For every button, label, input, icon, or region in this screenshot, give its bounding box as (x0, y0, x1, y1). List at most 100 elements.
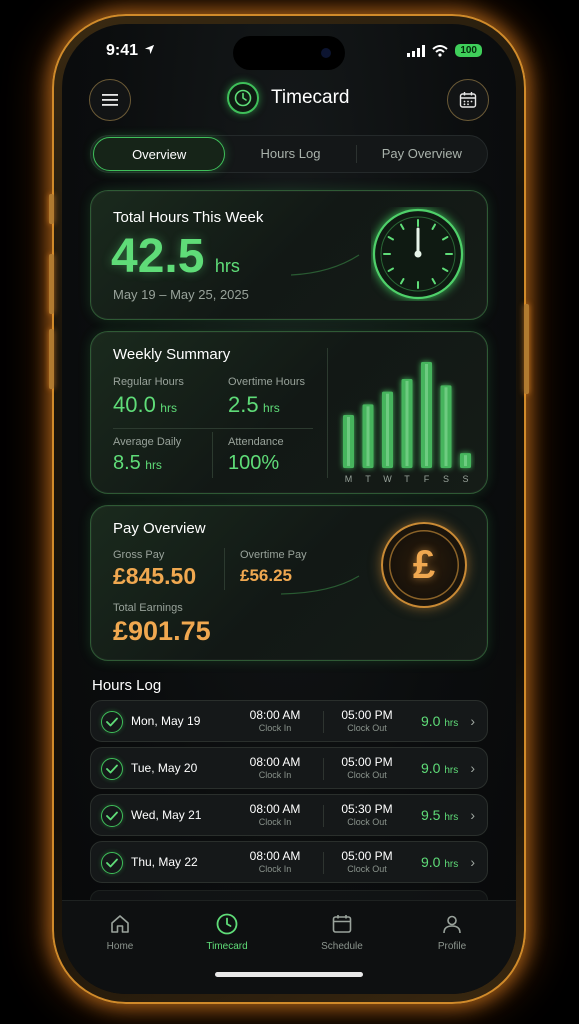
gross-pay-label: Gross Pay (113, 549, 165, 561)
log-date: Tue, May 20 (131, 761, 198, 775)
clock-in-label: Clock In (258, 770, 292, 780)
chevron-right-icon: › (470, 760, 475, 776)
check-circle-icon (101, 852, 123, 874)
home-icon (111, 915, 129, 933)
location-icon (145, 44, 155, 55)
tab-hours-log[interactable]: Hours Log (225, 137, 355, 171)
volume-down-button (49, 329, 54, 389)
chart-bar-highlight (366, 406, 370, 466)
timecard-logo-icon (227, 82, 259, 114)
total-earnings-label: Total Earnings (113, 602, 183, 614)
log-row[interactable]: Thu, May 22 08:00 AM Clock In 05:00 PM Clock… (90, 841, 488, 883)
clock-out-time: 05:00 PM Clock Out (327, 849, 407, 874)
chart-divider (327, 348, 328, 478)
log-hours-unit: hrs (444, 859, 459, 870)
wifi-icon (432, 44, 448, 57)
nav-home[interactable]: Home (80, 911, 160, 952)
weekly-summary-title: Weekly Summary (113, 346, 231, 363)
log-hours: 9.0 hrs (421, 760, 458, 776)
nav-timecard[interactable]: Timecard (187, 911, 267, 952)
log-row[interactable]: Wed, May 21 08:00 AM Clock In 05:30 PM Clock… (90, 794, 488, 836)
tab-bar: Overview Hours Log Pay Overview (90, 135, 488, 173)
calendar-button[interactable] (447, 79, 489, 121)
clock-in-value: 08:00 AM (249, 849, 301, 863)
bottom-navigation: Home Timecard Schedule Profile (62, 900, 516, 994)
chart-tick-label: S (443, 474, 449, 484)
weekly-summary-card[interactable]: Weekly Summary Regular Hours 40.0 hrs Ov… (90, 331, 488, 494)
clock-out-label: Clock Out (347, 864, 387, 874)
chevron-right-icon: › (470, 854, 475, 870)
user-icon (443, 915, 461, 934)
tab-pay-overview[interactable]: Pay Overview (357, 137, 487, 171)
log-date: Thu, May 22 (131, 855, 198, 869)
nav-profile-label: Profile (437, 941, 467, 952)
date-range: May 19 – May 25, 2025 (113, 287, 249, 302)
pay-overview-title: Pay Overview (113, 520, 206, 537)
clock-text: 9:41 (106, 42, 139, 59)
stopwatch-icon (372, 208, 464, 300)
decorative-streak (281, 575, 360, 595)
clock-out-time: 05:00 PM Clock Out (327, 755, 407, 780)
decorative-streak (291, 254, 360, 276)
clock-in-time: 08:00 AM Clock In (235, 849, 315, 874)
regular-hours-unit: hrs (160, 401, 177, 415)
log-hours-value: 9.5 (421, 807, 441, 823)
total-hours-value: 42.5 (111, 230, 205, 283)
menu-button[interactable] (89, 79, 131, 121)
average-daily-label: Average Daily (113, 436, 182, 448)
check-circle-icon (101, 711, 123, 733)
chart-bar-highlight (444, 387, 448, 466)
log-hours-value: 9.0 (421, 713, 441, 729)
overtime-hours-unit: hrs (263, 401, 280, 415)
clock-in-value: 08:00 AM (249, 708, 301, 722)
attendance-label: Attendance (228, 436, 284, 448)
clock-in-label: Clock In (258, 723, 292, 733)
clock-in-value: 08:00 AM (249, 802, 301, 816)
log-hours-unit: hrs (444, 765, 459, 776)
log-row[interactable]: Mon, May 19 08:00 AM Clock In 05:00 PM Clock… (90, 700, 488, 742)
calendar-icon (332, 915, 352, 933)
clock-out-time: 05:30 PM Clock Out (327, 802, 407, 827)
total-hours-unit: hrs (214, 256, 240, 276)
overtime-hours-label: Overtime Hours (228, 376, 306, 388)
clock-in-time: 08:00 AM Clock In (235, 802, 315, 827)
total-hours-card[interactable]: Total Hours This Week 42.5 hrs May 19 – … (90, 190, 488, 320)
attendance-value: 100% (228, 452, 280, 474)
log-hours-unit: hrs (444, 812, 459, 823)
log-date: Mon, May 19 (131, 714, 201, 728)
pay-overview-card[interactable]: Pay Overview Gross Pay £845.50 Overtime … (90, 505, 488, 661)
overtime-hours-value: 2.5 (228, 392, 259, 417)
log-row[interactable]: Tue, May 20 08:00 AM Clock In 05:00 PM Clock… (90, 747, 488, 789)
regular-hours-value: 40.0 (113, 392, 156, 417)
regular-hours-label: Regular Hours (113, 376, 184, 388)
pound-coin-icon: £ (381, 522, 467, 608)
home-indicator (215, 972, 363, 977)
chart-tick-label: T (365, 474, 371, 484)
log-divider (323, 758, 324, 780)
clock-out-label: Clock Out (347, 770, 387, 780)
average-daily-value: 8.5 (113, 452, 141, 474)
status-time: 9:41 (106, 42, 155, 60)
clock-out-value: 05:30 PM (341, 802, 393, 816)
log-date: Wed, May 21 (131, 808, 202, 822)
chart-tick-label: M (345, 474, 353, 484)
status-icons: 100 (407, 44, 482, 57)
log-hours: 9.0 hrs (421, 854, 458, 870)
app-title: Timecard (271, 87, 350, 108)
nav-profile[interactable]: Profile (412, 911, 492, 952)
phone-frame: 9:41 100 Timecard Overview Hours Log Pay… (49, 14, 529, 1004)
signal-icon (407, 44, 426, 57)
nav-schedule[interactable]: Schedule (302, 911, 382, 952)
summary-divider-v (212, 432, 213, 478)
dynamic-island (233, 36, 345, 70)
tab-overview[interactable]: Overview (93, 137, 226, 171)
check-circle-icon (101, 805, 123, 827)
log-hours: 9.0 hrs (421, 713, 458, 729)
volume-up-button (49, 254, 54, 314)
check-circle-icon (101, 758, 123, 780)
log-divider (323, 852, 324, 874)
chart-tick-label: W (383, 474, 392, 484)
regular-hours-value-wrap: 40.0 hrs (113, 392, 177, 418)
battery-level: 100 (460, 45, 477, 56)
log-divider (323, 711, 324, 733)
